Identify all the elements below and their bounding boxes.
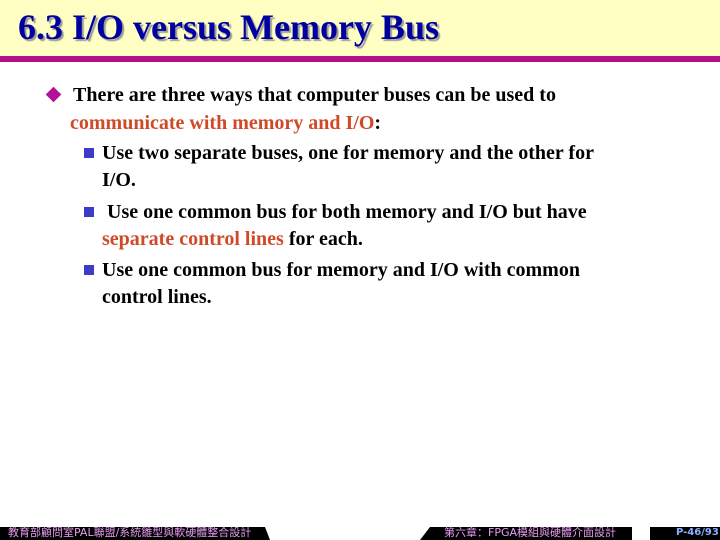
page-number: P-46/93 bbox=[676, 527, 719, 538]
slide-title: 6.3 I/O versus Memory Bus bbox=[18, 7, 439, 47]
diamond-icon bbox=[45, 86, 62, 103]
sub-item-1-line1: Use two separate buses, one for memory a… bbox=[102, 142, 594, 164]
title-divider bbox=[0, 56, 720, 62]
highlight-text: separate control lines bbox=[102, 228, 284, 250]
square-icon bbox=[84, 265, 94, 275]
sub-item-2-line2: separate control lines for each. bbox=[102, 228, 363, 251]
sub-item-2-line1: Use one common bus for both memory and I… bbox=[102, 201, 587, 223]
sub-item-3-line2: control lines. bbox=[102, 286, 212, 308]
sub-item-3-line1: Use one common bus for memory and I/O wi… bbox=[102, 259, 580, 281]
footer-chapter-title: 第六章：FPGA模組與硬體介面設計 bbox=[444, 526, 617, 539]
sub-item-2-rest: for each. bbox=[283, 228, 363, 250]
square-icon bbox=[84, 148, 94, 158]
bullet-text-rest: : bbox=[374, 112, 382, 134]
square-icon bbox=[84, 207, 94, 217]
sub-item-1-line2: I/O. bbox=[102, 169, 136, 191]
footer-course-title: 教育部顧問室PAL聯盟/系統雛型與軟硬體整合設計 bbox=[8, 526, 252, 539]
bullet-text-line2: communicate with memory and I/O: bbox=[70, 112, 381, 135]
bullet-text-line1: There are three ways that computer buses… bbox=[73, 84, 556, 106]
highlight-text: communicate with memory and I/O bbox=[70, 112, 375, 134]
